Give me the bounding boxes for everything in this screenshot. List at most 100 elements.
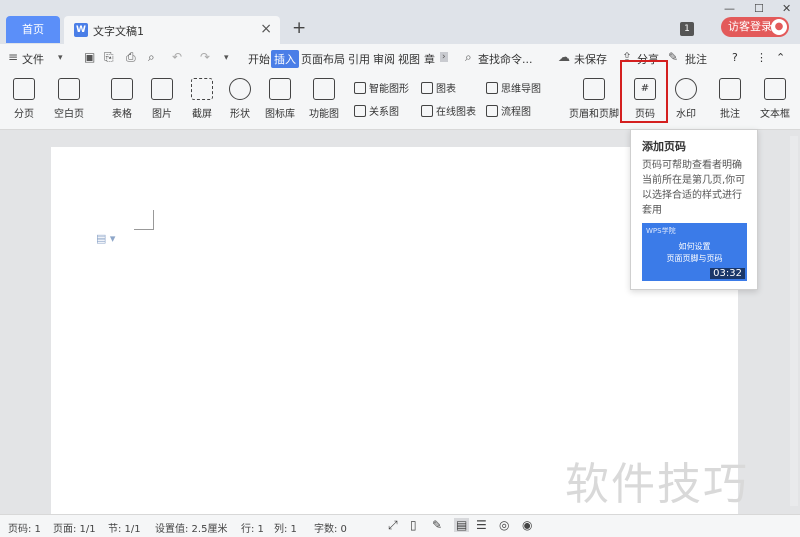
edit-mode-icon[interactable]: ✎ bbox=[432, 518, 442, 532]
collapse-ribbon-icon[interactable]: ⌃ bbox=[776, 51, 785, 64]
status-word-count[interactable]: 字数: 0 bbox=[314, 520, 347, 535]
margin-corner-mark bbox=[134, 210, 154, 230]
more-icon[interactable]: ⋮ bbox=[756, 51, 767, 64]
mindmap-label: 思维导图 bbox=[501, 84, 541, 95]
icon-library-label: 图标库 bbox=[265, 109, 295, 120]
window-count-badge[interactable]: 1 bbox=[680, 22, 694, 36]
guest-login-button[interactable]: 访客登录 ● bbox=[721, 17, 789, 37]
function-chart-label: 功能图 bbox=[309, 109, 339, 120]
status-column[interactable]: 列: 1 bbox=[274, 520, 297, 535]
tab-home[interactable]: 首页 bbox=[6, 16, 60, 43]
header-footer-button[interactable]: 页眉和页脚 bbox=[568, 72, 620, 130]
save-icon[interactable]: ▣ bbox=[84, 50, 95, 64]
screenshot-icon bbox=[191, 78, 213, 100]
read-mode-icon[interactable]: ▯ bbox=[410, 518, 417, 532]
online-chart-icon bbox=[421, 105, 433, 117]
table-icon bbox=[111, 78, 133, 100]
close-window-icon[interactable]: ✕ bbox=[782, 2, 791, 15]
flowchart-button[interactable]: 流程图 bbox=[486, 103, 531, 118]
watermark-button[interactable]: 水印 bbox=[668, 72, 704, 130]
menu-bar: ≡ 文件 ▾ ▣ ⎘ ⎙ ⌕ ↶ ↷ ▾ 开始 插入 页面布局 引用 审阅 视图… bbox=[0, 44, 800, 72]
status-pages[interactable]: 页面: 1/1 bbox=[53, 520, 96, 535]
icon-library-button[interactable]: 图标库 bbox=[262, 72, 298, 130]
print-preview-icon[interactable]: ⌕ bbox=[148, 50, 155, 65]
mindmap-button[interactable]: 思维导图 bbox=[486, 80, 541, 95]
tutorial-video-thumbnail[interactable]: WPS学院 如何设置 页面页脚与页码 03:32 bbox=[642, 223, 747, 281]
page-view-icon[interactable]: ▤ bbox=[454, 518, 470, 532]
menu-tab-insert[interactable]: 插入 bbox=[271, 50, 299, 68]
command-search[interactable]: 查找命令... bbox=[478, 51, 533, 67]
document-tab-title: 文字文稿1 bbox=[93, 25, 144, 38]
relation-chart-button[interactable]: 关系图 bbox=[354, 103, 399, 118]
comment-button[interactable]: 批注 bbox=[714, 72, 746, 130]
undo-icon[interactable]: ↶ bbox=[172, 50, 182, 64]
blank-page-label: 空白页 bbox=[54, 109, 84, 120]
textbox-icon bbox=[764, 78, 786, 100]
menu-scroll-right-icon[interactable]: › bbox=[440, 52, 448, 62]
quick-access-dropdown-icon[interactable]: ▾ bbox=[224, 53, 229, 63]
search-icon: ⌕ bbox=[465, 50, 472, 64]
vertical-scrollbar[interactable] bbox=[790, 136, 798, 506]
site-watermark: 软件技巧 bbox=[565, 459, 749, 510]
screenshot-button[interactable]: 截屏 bbox=[184, 72, 220, 130]
blank-page-button[interactable]: 空白页 bbox=[48, 72, 90, 130]
comment-menu[interactable]: 批注 bbox=[685, 51, 707, 67]
tab-document[interactable]: W 文字文稿1 × bbox=[64, 16, 280, 44]
chart-button[interactable]: 图表 bbox=[421, 80, 456, 95]
menu-icon[interactable]: ≡ bbox=[8, 50, 18, 64]
new-tab-button[interactable]: + bbox=[292, 18, 306, 38]
mindmap-icon bbox=[486, 82, 498, 94]
status-setting-value[interactable]: 设置值: 2.5厘米 bbox=[155, 520, 227, 535]
online-chart-button[interactable]: 在线图表 bbox=[421, 103, 476, 118]
menu-tab-review[interactable]: 审阅 bbox=[373, 51, 395, 67]
watermark-icon bbox=[675, 78, 697, 100]
menu-tab-view[interactable]: 视图 bbox=[398, 51, 420, 67]
textbox-button[interactable]: 文本框 bbox=[756, 72, 794, 130]
print-icon[interactable]: ⎙ bbox=[126, 50, 136, 65]
wps-writer-icon: W bbox=[74, 23, 88, 37]
help-button[interactable]: ? bbox=[732, 51, 738, 64]
page-break-button[interactable]: 分页 bbox=[6, 72, 42, 130]
picture-button[interactable]: 图片 bbox=[144, 72, 180, 130]
file-menu[interactable]: 文件 bbox=[22, 51, 44, 67]
smart-shape-button[interactable]: 智能图形 bbox=[354, 80, 409, 95]
redo-icon[interactable]: ↷ bbox=[200, 50, 210, 64]
comment-ribbon-icon bbox=[719, 78, 741, 100]
shape-label: 形状 bbox=[230, 109, 250, 120]
menu-tab-chapter[interactable]: 章 bbox=[424, 51, 435, 67]
icon-library-icon bbox=[269, 78, 291, 100]
table-button[interactable]: 表格 bbox=[104, 72, 140, 130]
flowchart-label: 流程图 bbox=[501, 107, 531, 118]
insert-ribbon: 分页 空白页 表格 图片 截屏 形状 图标库 功能图 智能图形 图表 思维导图 … bbox=[0, 72, 800, 130]
status-row[interactable]: 行: 1 bbox=[241, 520, 264, 535]
status-page-number[interactable]: 页码: 1 bbox=[8, 520, 41, 535]
relation-chart-label: 关系图 bbox=[369, 107, 399, 118]
menu-tab-home[interactable]: 开始 bbox=[248, 51, 270, 67]
menu-tab-reference[interactable]: 引用 bbox=[348, 51, 370, 67]
tooltip-description: 页码可帮助查看者明确当前所在是第几页,你可以选择合适的样式进行套用 bbox=[642, 160, 746, 216]
eye-protection-icon[interactable]: ◉ bbox=[522, 518, 532, 532]
status-bar: 页码: 1 页面: 1/1 节: 1/1 设置值: 2.5厘米 行: 1 列: … bbox=[0, 514, 800, 537]
menu-tab-layout[interactable]: 页面布局 bbox=[301, 51, 345, 67]
minimize-icon[interactable]: — bbox=[724, 2, 735, 15]
status-section[interactable]: 节: 1/1 bbox=[108, 520, 141, 535]
picture-icon bbox=[151, 78, 173, 100]
blank-page-icon bbox=[58, 78, 80, 100]
title-bar: 首页 W 文字文稿1 × + 1 访客登录 ● — ☐ ✕ bbox=[0, 0, 800, 44]
close-tab-icon[interactable]: × bbox=[260, 21, 272, 37]
tooltip-title: 添加页码 bbox=[642, 140, 686, 153]
unsaved-status[interactable]: 未保存 bbox=[574, 51, 607, 67]
shape-button[interactable]: 形状 bbox=[222, 72, 258, 130]
export-icon[interactable]: ⎘ bbox=[104, 50, 114, 65]
picture-label: 图片 bbox=[152, 109, 172, 120]
screenshot-label: 截屏 bbox=[192, 109, 212, 120]
fullscreen-icon[interactable]: ⤢ bbox=[388, 518, 398, 533]
maximize-icon[interactable]: ☐ bbox=[754, 2, 764, 15]
outline-view-icon[interactable]: ☰ bbox=[476, 518, 487, 532]
paragraph-layout-icon[interactable]: ▤ ▾ bbox=[96, 232, 115, 245]
table-label: 表格 bbox=[112, 109, 132, 120]
function-chart-button[interactable]: 功能图 bbox=[302, 72, 346, 130]
web-view-icon[interactable]: ◎ bbox=[499, 518, 509, 532]
avatar-icon: ● bbox=[771, 19, 787, 35]
chevron-down-icon[interactable]: ▾ bbox=[58, 53, 63, 63]
